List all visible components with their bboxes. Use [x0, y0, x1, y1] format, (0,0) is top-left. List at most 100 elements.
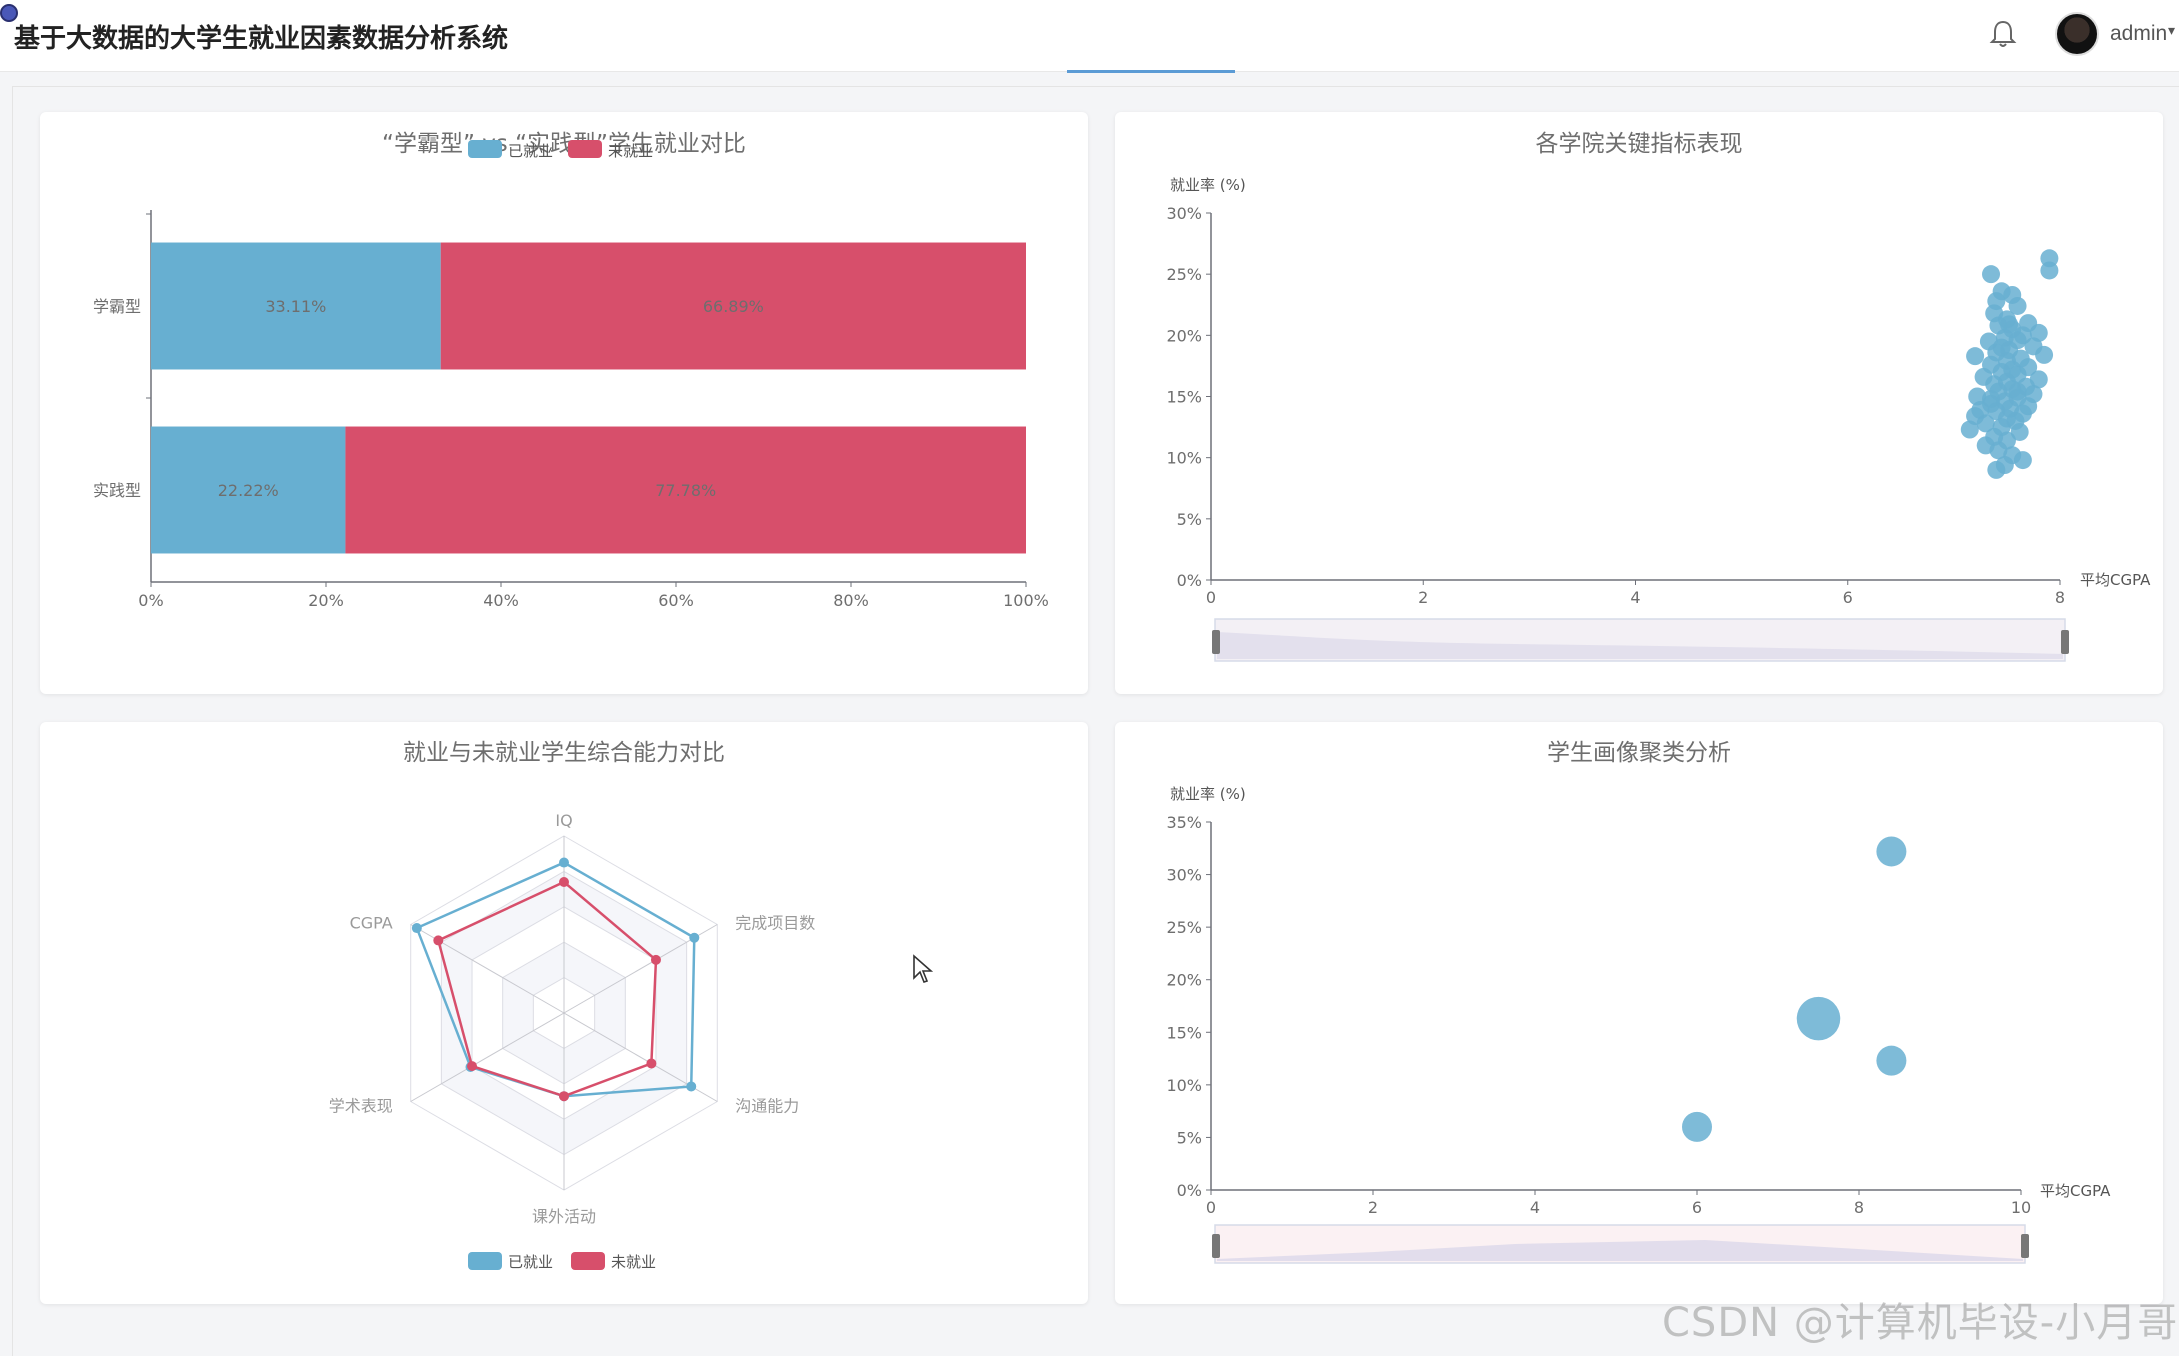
y-tick-label: 5%: [1177, 510, 1202, 529]
chart-title: 各学院关键指标表现: [1536, 131, 1743, 157]
slider-handle-right[interactable]: [2061, 630, 2069, 654]
username-label[interactable]: admin: [2110, 22, 2167, 46]
y-axis-label: 就业率 (%): [1170, 785, 1246, 803]
radar-point[interactable]: [411, 923, 422, 934]
radar-indicator-label: 沟通能力: [735, 1097, 799, 1116]
data-label: 22.22%: [218, 481, 279, 500]
scatter-point[interactable]: [1987, 460, 2006, 479]
x-tick-label: 8: [2055, 588, 2065, 607]
x-tick-label: 10: [2011, 1198, 2031, 1217]
legend-label: 未就业: [608, 142, 653, 160]
x-tick-label: 0: [1206, 588, 1216, 607]
y-tick-label: 35%: [1166, 813, 1202, 832]
radar-chart: 就业与未就业学生综合能力对比 IQ 完成项目数沟通能力课外活动 学术表现 CGPA 已…: [329, 740, 816, 1271]
radar-point[interactable]: [559, 877, 569, 888]
y-tick-label: 20%: [1166, 971, 1202, 990]
x-tick-label: 8: [1854, 1198, 1864, 1217]
scatter-point[interactable]: [1982, 265, 2001, 284]
x-tick-label: 40%: [483, 591, 519, 610]
y-tick-label: 25%: [1166, 918, 1202, 937]
scatter-point[interactable]: [2040, 261, 2059, 280]
watermark: CSDN @计算机毕设-小月哥: [1662, 1300, 2179, 1346]
scatter-point[interactable]: [1992, 338, 2011, 357]
x-tick-label: 80%: [833, 591, 869, 610]
panel-ability-radar: 就业与未就业学生综合能力对比 IQ 完成项目数 沟通能力 课外活动 学术表现 CGPA 已…: [40, 722, 1088, 1304]
chart-legend[interactable]: 已就业 未就业: [468, 1252, 656, 1271]
data-label: 33.11%: [265, 297, 326, 316]
chart-title: “学霸型” vs “实践型”学生就业对比: [382, 131, 746, 157]
x-tick-label: 6: [1692, 1198, 1702, 1217]
radar-indicator-label: IQ: [555, 811, 572, 830]
slider-handle-left[interactable]: [1212, 630, 1220, 654]
y-tick-label: 0%: [1177, 571, 1202, 590]
chart-title: 学生画像聚类分析: [1547, 740, 1731, 766]
radar-point[interactable]: [650, 954, 661, 965]
radar-point[interactable]: [559, 1091, 569, 1102]
y-tick-label: 15%: [1166, 1023, 1202, 1042]
bubble-point[interactable]: [1876, 836, 1907, 867]
mouse-cursor-icon: [913, 954, 934, 983]
legend-label: 未就业: [611, 1253, 656, 1271]
avatar[interactable]: [2055, 12, 2099, 56]
x-tick-label: 0: [1206, 1198, 1216, 1217]
y-tick-label: 20%: [1166, 326, 1202, 345]
scatter-point[interactable]: [1971, 400, 1990, 419]
scatter-point[interactable]: [1960, 420, 1979, 439]
y-tick-label: 学霸型: [93, 297, 141, 316]
radar-point[interactable]: [433, 935, 444, 946]
radar-indicator-label: 学术表现: [329, 1097, 393, 1116]
legend-swatch[interactable]: [468, 140, 502, 158]
slider-handle-left[interactable]: [1212, 1234, 1220, 1258]
data-label: 77.78%: [655, 481, 716, 500]
radar-indicator-label: 完成项目数: [735, 914, 815, 933]
radar-indicator-label: 课外活动: [532, 1207, 596, 1226]
x-tick-label: 20%: [308, 591, 344, 610]
bubble-point[interactable]: [1796, 996, 1841, 1041]
x-axis-label: 平均CGPA: [2080, 571, 2151, 589]
x-tick-label: 2: [1418, 588, 1428, 607]
scatter-point[interactable]: [2008, 382, 2027, 401]
app-title: 基于大数据的大学生就业因素数据分析系统: [14, 24, 509, 54]
scatter-point[interactable]: [2013, 451, 2032, 470]
legend-swatch[interactable]: [571, 1252, 605, 1270]
radar-point[interactable]: [686, 1081, 697, 1092]
x-tick-label: 100%: [1003, 591, 1049, 610]
x-tick-label: 0%: [138, 591, 163, 610]
x-tick-label: 2: [1368, 1198, 1378, 1217]
bubble-point[interactable]: [1876, 1045, 1907, 1076]
x-tick-label: 6: [1843, 588, 1853, 607]
panel-college-metrics: 各学院关键指标表现 就业率 (%) 平均CGPA 0 2 4 6 8 0% 5% 10% 15%…: [1115, 112, 2163, 694]
datazoom-slider[interactable]: [1212, 618, 2069, 662]
panel-type-comparison: “学霸型” vs “实践型”学生就业对比 已就业 未就业 0% 20% 40% 60% 8…: [40, 112, 1088, 694]
radar-point[interactable]: [689, 932, 700, 943]
top-navbar: 基于大数据的大学生就业因素数据分析系统 admin ▾: [0, 0, 2179, 73]
y-axis-label: 就业率 (%): [1170, 176, 1246, 194]
slider-handle-right[interactable]: [2021, 1234, 2029, 1258]
y-tick-label: 10%: [1166, 449, 1202, 468]
chevron-down-icon[interactable]: ▾: [2168, 22, 2175, 39]
scatter-chart: 各学院关键指标表现 就业率 (%) 平均CGPA 0 2 4 6 8 0% 5% 10% 15%…: [1166, 131, 2151, 662]
radar-indicator-label: CGPA: [350, 914, 393, 933]
y-tick-label: 实践型: [93, 481, 141, 500]
bar-chart: “学霸型” vs “实践型”学生就业对比 已就业 未就业 0% 20% 40% 60% 8…: [93, 131, 1049, 610]
scatter-point[interactable]: [2035, 345, 2054, 364]
scatter-point[interactable]: [2000, 315, 2019, 334]
y-tick-label: 5%: [1177, 1128, 1202, 1147]
x-axis-label: 平均CGPA: [2040, 1182, 2111, 1200]
x-tick-label: 4: [1530, 1198, 1540, 1217]
bell-icon[interactable]: [1988, 18, 2018, 50]
bubble-chart: 学生画像聚类分析 就业率 (%) 平均CGPA 0 2 4 6 8 10 0% 5% 10% 15…: [1166, 740, 2111, 1264]
y-tick-label: 30%: [1166, 866, 1202, 885]
radar-point[interactable]: [559, 857, 569, 868]
legend-swatch[interactable]: [568, 140, 602, 158]
legend-swatch[interactable]: [468, 1252, 502, 1270]
y-tick-label: 25%: [1166, 265, 1202, 284]
scatter-point[interactable]: [1966, 347, 1985, 366]
y-tick-label: 0%: [1177, 1181, 1202, 1200]
bubble-point[interactable]: [1682, 1111, 1712, 1142]
radar-point[interactable]: [467, 1061, 478, 1072]
y-tick-label: 30%: [1166, 204, 1202, 223]
datazoom-slider[interactable]: [1212, 1224, 2029, 1264]
y-tick-label: 15%: [1166, 388, 1202, 407]
radar-point[interactable]: [646, 1058, 657, 1069]
